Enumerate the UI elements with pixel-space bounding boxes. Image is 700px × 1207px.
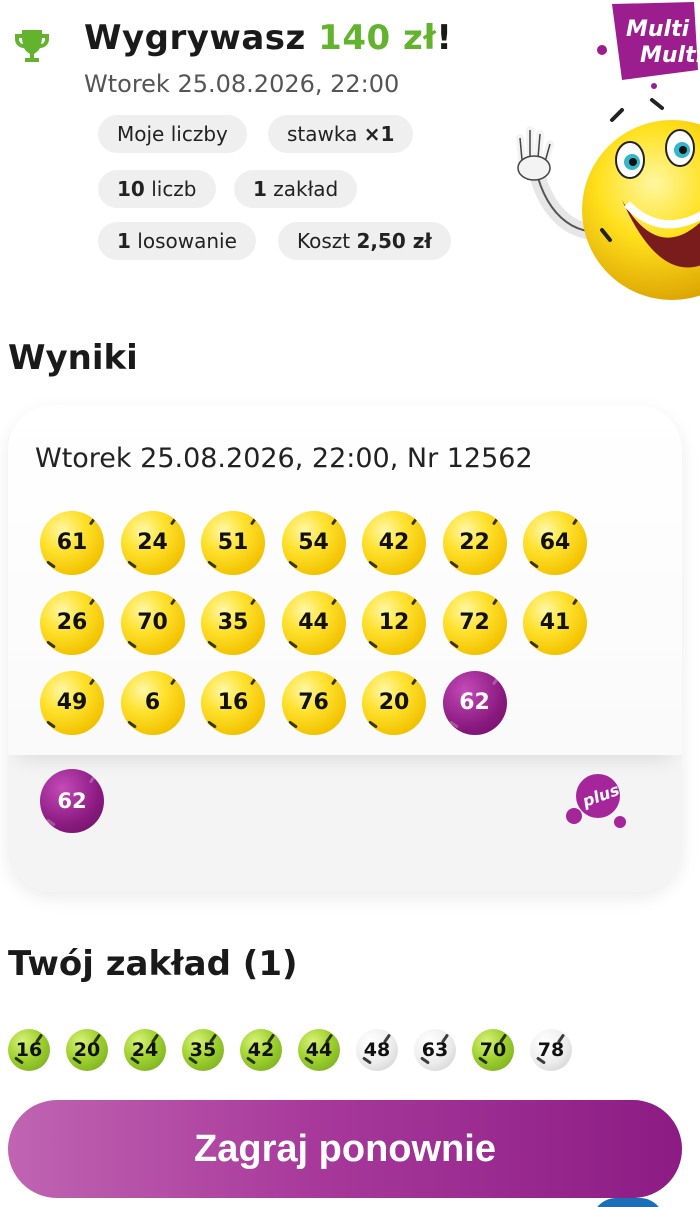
mascot-illustration <box>516 98 700 300</box>
bet-ball-miss: 78 <box>530 1029 572 1071</box>
bet-ball-miss: 63 <box>414 1029 456 1071</box>
bet-ball-hit: 42 <box>240 1029 282 1071</box>
draw-info-line: Wtorek 25.08.2026, 22:00, Nr 12562 <box>35 443 533 474</box>
result-ball: 51 <box>201 511 265 575</box>
multi-multi-logo: Multi Multi <box>597 2 700 89</box>
chip-stake: stawka ×1 <box>268 115 414 153</box>
result-ball: 12 <box>362 591 426 655</box>
chip-numbers-count: 10 liczb <box>98 170 216 208</box>
result-ball: 6 <box>120 671 185 735</box>
results-heading: Wyniki <box>8 338 138 378</box>
result-ball: 22 <box>442 511 507 575</box>
result-ball: 76 <box>281 671 346 735</box>
floating-action-partial[interactable] <box>592 1198 664 1207</box>
result-ball: 49 <box>40 671 104 735</box>
chip-my-numbers[interactable]: Moje liczby <box>98 115 247 153</box>
result-ball: 24 <box>120 511 185 575</box>
bet-ball-hit: 20 <box>66 1029 108 1071</box>
win-amount: 140 zł <box>318 18 437 58</box>
play-again-button[interactable]: Zagraj ponownie <box>8 1100 682 1198</box>
result-ball: 64 <box>523 511 587 575</box>
bet-ball-miss: 48 <box>356 1029 398 1071</box>
result-ball: 26 <box>40 591 104 655</box>
result-ball: 54 <box>281 511 346 575</box>
plus-logo: plus <box>566 774 626 828</box>
svg-text:Multi: Multi <box>626 17 690 42</box>
results-main-panel: Wtorek 25.08.2026, 22:00, Nr 12562 61 24 5… <box>8 405 682 755</box>
draw-datetime: Wtorek 25.08.2026, 22:00 <box>84 70 400 98</box>
result-ball: 61 <box>40 511 104 575</box>
bet-ball-hit: 16 <box>8 1029 50 1071</box>
bet-ball-hit: 35 <box>182 1029 224 1071</box>
chip-bets-count: 1 zakład <box>234 170 358 208</box>
plus-ball: 62 <box>40 769 104 833</box>
result-ball: 44 <box>281 591 346 655</box>
result-ball-special: 62 <box>442 671 507 735</box>
svg-text:Multi: Multi <box>640 43 700 68</box>
bet-ball-hit: 70 <box>472 1029 514 1071</box>
bet-ball-hit: 44 <box>298 1029 340 1071</box>
result-ball: 20 <box>362 671 426 735</box>
result-ball: 41 <box>523 591 587 655</box>
bet-ball-hit: 24 <box>124 1029 166 1071</box>
chip-cost: Koszt 2,50 zł <box>278 222 451 260</box>
chip-draws-count: 1 losowanie <box>98 222 256 260</box>
bet-heading: Twój zakład (1) <box>8 944 298 984</box>
trophy-icon <box>15 30 49 62</box>
result-ball: 35 <box>201 591 265 655</box>
result-ball: 70 <box>120 591 185 655</box>
result-ball: 16 <box>201 671 265 735</box>
result-ball: 42 <box>362 511 426 575</box>
results-card: Wtorek 25.08.2026, 22:00, Nr 12562 61 24 5… <box>8 405 682 892</box>
result-ball: 72 <box>442 591 507 655</box>
win-title: Wygrywasz 140 zł! <box>84 18 453 58</box>
